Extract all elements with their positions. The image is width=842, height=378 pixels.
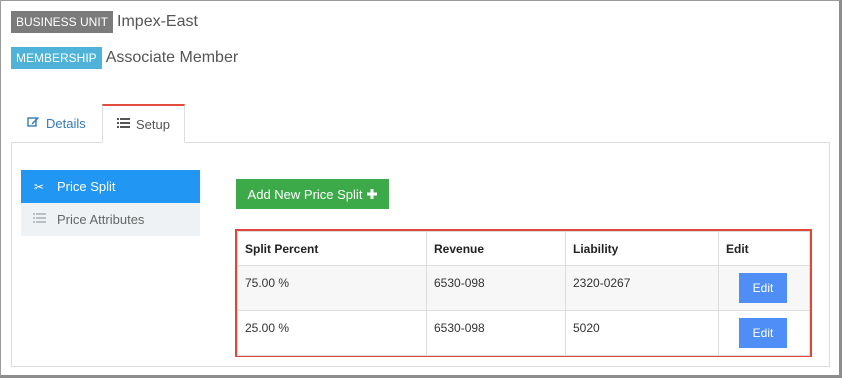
side-menu: ✂ Price Split Price Attributes (21, 170, 200, 236)
side-item-price-split[interactable]: ✂ Price Split (21, 170, 200, 203)
add-price-split-label: Add New Price Split (247, 186, 363, 202)
side-item-price-attributes[interactable]: Price Attributes (21, 203, 200, 236)
membership-label: MEMBERSHIP (11, 47, 102, 69)
side-item-label: Price Attributes (57, 212, 145, 227)
list-icon (21, 212, 57, 227)
edit-cell: Edit (718, 265, 810, 311)
membership-value: Associate Member (105, 49, 239, 66)
table-header-row: Split Percent Revenue Liability Edit (237, 231, 810, 266)
split-percent-cell: 75.00 % (237, 265, 427, 311)
edit-cell: Edit (718, 310, 810, 356)
side-item-label: Price Split (57, 179, 116, 194)
list-icon (117, 117, 130, 132)
price-split-table-highlight: Split Percent Revenue Liability Edit 75.… (235, 229, 812, 357)
plus-icon (367, 187, 378, 202)
business-unit-label: BUSINESS UNIT (11, 11, 114, 33)
column-header: Revenue (426, 231, 566, 266)
tab-details-label: Details (46, 115, 86, 131)
column-header: Split Percent (237, 231, 427, 266)
edit-button[interactable]: Edit (739, 273, 787, 303)
business-unit-row: BUSINESS UNIT Impex-East (11, 11, 198, 33)
table-row: 75.00 % 6530-098 2320-0267 Edit (237, 265, 810, 311)
liability-cell: 5020 (565, 310, 719, 356)
revenue-cell: 6530-098 (426, 265, 566, 311)
revenue-cell: 6530-098 (426, 310, 566, 356)
edit-icon (27, 115, 40, 131)
add-price-split-button[interactable]: Add New Price Split (236, 179, 389, 209)
business-unit-value: Impex-East (117, 13, 198, 30)
liability-cell: 2320-0267 (565, 265, 719, 311)
tab-setup[interactable]: Setup (102, 104, 185, 143)
edit-button[interactable]: Edit (739, 318, 787, 348)
split-percent-cell: 25.00 % (237, 310, 427, 356)
membership-row: MEMBERSHIP Associate Member (11, 47, 238, 69)
column-header: Edit (718, 231, 810, 266)
tab-setup-label: Setup (136, 116, 170, 132)
table-row: 25.00 % 6530-098 5020 Edit (237, 310, 810, 356)
scissors-icon: ✂ (33, 179, 45, 194)
tab-bar: Details Setup (11, 104, 830, 143)
column-header: Liability (565, 231, 719, 266)
price-split-table: Split Percent Revenue Liability Edit 75.… (237, 231, 810, 356)
tab-details[interactable]: Details (13, 104, 100, 142)
